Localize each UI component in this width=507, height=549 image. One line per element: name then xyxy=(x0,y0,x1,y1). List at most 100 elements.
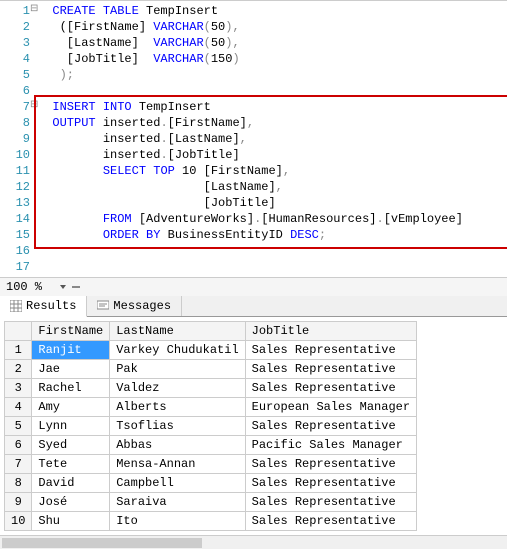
grid-cell[interactable]: Pacific Sales Manager xyxy=(245,436,416,455)
column-header[interactable]: JobTitle xyxy=(245,322,416,341)
code-area[interactable]: ⊟ ⊟ CREATE TABLE TempInsert ([FirstName]… xyxy=(38,1,507,277)
grid-cell[interactable]: Sales Representative xyxy=(245,360,416,379)
code-line[interactable]: ORDER BY BusinessEntityID DESC; xyxy=(38,227,507,243)
code-line[interactable]: inserted.[LastName], xyxy=(38,131,507,147)
messages-icon xyxy=(97,300,109,312)
grid-cell[interactable]: Sales Representative xyxy=(245,379,416,398)
code-line[interactable]: INSERT INTO TempInsert xyxy=(38,99,507,115)
grid-cell[interactable]: Ranjit xyxy=(32,341,110,360)
tab-messages-label: Messages xyxy=(113,299,171,313)
grid-cell[interactable]: Abbas xyxy=(110,436,245,455)
grid-cell[interactable]: Sales Representative xyxy=(245,512,416,531)
grid-cell[interactable]: Sales Representative xyxy=(245,493,416,512)
line-number: 7 xyxy=(4,99,30,115)
code-line[interactable]: [JobTitle] VARCHAR(150) xyxy=(38,51,507,67)
grid-cell[interactable]: Sales Representative xyxy=(245,474,416,493)
table-row[interactable]: 2JaePakSales Representative xyxy=(5,360,417,379)
grid-cell[interactable]: European Sales Manager xyxy=(245,398,416,417)
table-row[interactable]: 8DavidCampbellSales Representative xyxy=(5,474,417,493)
table-row[interactable]: 6SyedAbbasPacific Sales Manager xyxy=(5,436,417,455)
table-row[interactable]: 1RanjitVarkey ChudukatilSales Representa… xyxy=(5,341,417,360)
line-number: 12 xyxy=(4,179,30,195)
grid-cell[interactable]: Sales Representative xyxy=(245,341,416,360)
code-line[interactable]: [LastName] VARCHAR(50), xyxy=(38,35,507,51)
line-number: 6 xyxy=(4,83,30,99)
code-line[interactable]: FROM [AdventureWorks].[HumanResources].[… xyxy=(38,211,507,227)
grid-cell[interactable]: Campbell xyxy=(110,474,245,493)
row-number[interactable]: 1 xyxy=(5,341,32,360)
line-number: 8 xyxy=(4,115,30,131)
line-number-gutter: 1234567891011121314151617 xyxy=(0,1,38,277)
code-line[interactable]: ([FirstName] VARCHAR(50), xyxy=(38,19,507,35)
table-row[interactable]: 4AmyAlbertsEuropean Sales Manager xyxy=(5,398,417,417)
grid-cell[interactable]: Syed xyxy=(32,436,110,455)
row-number[interactable]: 8 xyxy=(5,474,32,493)
code-line[interactable]: SELECT TOP 10 [FirstName], xyxy=(38,163,507,179)
collapse-marker-icon[interactable]: ⊟ xyxy=(30,99,38,110)
grid-cell[interactable]: Mensa-Annan xyxy=(110,455,245,474)
row-number[interactable]: 6 xyxy=(5,436,32,455)
grid-cell[interactable]: David xyxy=(32,474,110,493)
row-number[interactable]: 10 xyxy=(5,512,32,531)
code-line[interactable]: ); xyxy=(38,67,507,83)
table-row[interactable]: 5LynnTsofliasSales Representative xyxy=(5,417,417,436)
row-number[interactable]: 9 xyxy=(5,493,32,512)
table-row[interactable]: 10ShuItoSales Representative xyxy=(5,512,417,531)
corner-cell xyxy=(5,322,32,341)
row-number[interactable]: 7 xyxy=(5,455,32,474)
grid-cell[interactable]: Valdez xyxy=(110,379,245,398)
row-number[interactable]: 2 xyxy=(5,360,32,379)
chevron-down-icon[interactable] xyxy=(60,285,66,289)
line-number: 5 xyxy=(4,67,30,83)
line-number: 11 xyxy=(4,163,30,179)
table-row[interactable]: 9JoséSaraivaSales Representative xyxy=(5,493,417,512)
line-number: 10 xyxy=(4,147,30,163)
line-number: 4 xyxy=(4,51,30,67)
line-number: 16 xyxy=(4,243,30,259)
row-number[interactable]: 4 xyxy=(5,398,32,417)
grid-cell[interactable]: Varkey Chudukatil xyxy=(110,341,245,360)
grid-cell[interactable]: Rachel xyxy=(32,379,110,398)
grid-cell[interactable]: José xyxy=(32,493,110,512)
row-number[interactable]: 5 xyxy=(5,417,32,436)
line-number: 3 xyxy=(4,35,30,51)
column-header[interactable]: LastName xyxy=(110,322,245,341)
grid-cell[interactable]: Jae xyxy=(32,360,110,379)
zoom-value[interactable]: 100 % xyxy=(6,280,56,294)
tab-messages[interactable]: Messages xyxy=(87,296,182,316)
code-line[interactable]: [JobTitle] xyxy=(38,195,507,211)
code-line[interactable]: CREATE TABLE TempInsert xyxy=(38,3,507,19)
column-header[interactable]: FirstName xyxy=(32,322,110,341)
code-line[interactable] xyxy=(38,259,507,275)
grid-cell[interactable]: Tete xyxy=(32,455,110,474)
dash-icon xyxy=(72,286,80,288)
zoom-bar: 100 % xyxy=(0,277,507,296)
grid-cell[interactable]: Sales Representative xyxy=(245,455,416,474)
table-row[interactable]: 3RachelValdezSales Representative xyxy=(5,379,417,398)
grid-cell[interactable]: Sales Representative xyxy=(245,417,416,436)
code-line[interactable]: OUTPUT inserted.[FirstName], xyxy=(38,115,507,131)
row-number[interactable]: 3 xyxy=(5,379,32,398)
results-grid[interactable]: FirstNameLastNameJobTitle 1RanjitVarkey … xyxy=(4,321,417,531)
grid-cell[interactable]: Shu xyxy=(32,512,110,531)
grid-cell[interactable]: Ito xyxy=(110,512,245,531)
grid-cell[interactable]: Lynn xyxy=(32,417,110,436)
table-row[interactable]: 7TeteMensa-AnnanSales Representative xyxy=(5,455,417,474)
sql-editor[interactable]: 1234567891011121314151617 ⊟ ⊟ CREATE TAB… xyxy=(0,0,507,277)
collapse-marker-icon[interactable]: ⊟ xyxy=(30,3,38,14)
code-line[interactable] xyxy=(38,243,507,259)
line-number: 15 xyxy=(4,227,30,243)
code-line[interactable] xyxy=(38,83,507,99)
grid-cell[interactable]: Pak xyxy=(110,360,245,379)
code-line[interactable]: inserted.[JobTitle] xyxy=(38,147,507,163)
tab-results-label: Results xyxy=(26,299,76,313)
grid-cell[interactable]: Alberts xyxy=(110,398,245,417)
scrollbar-thumb[interactable] xyxy=(2,538,202,548)
tab-results[interactable]: Results xyxy=(0,296,87,317)
grid-cell[interactable]: Amy xyxy=(32,398,110,417)
code-line[interactable]: [LastName], xyxy=(38,179,507,195)
line-number: 14 xyxy=(4,211,30,227)
grid-cell[interactable]: Saraiva xyxy=(110,493,245,512)
grid-cell[interactable]: Tsoflias xyxy=(110,417,245,436)
line-number: 13 xyxy=(4,195,30,211)
